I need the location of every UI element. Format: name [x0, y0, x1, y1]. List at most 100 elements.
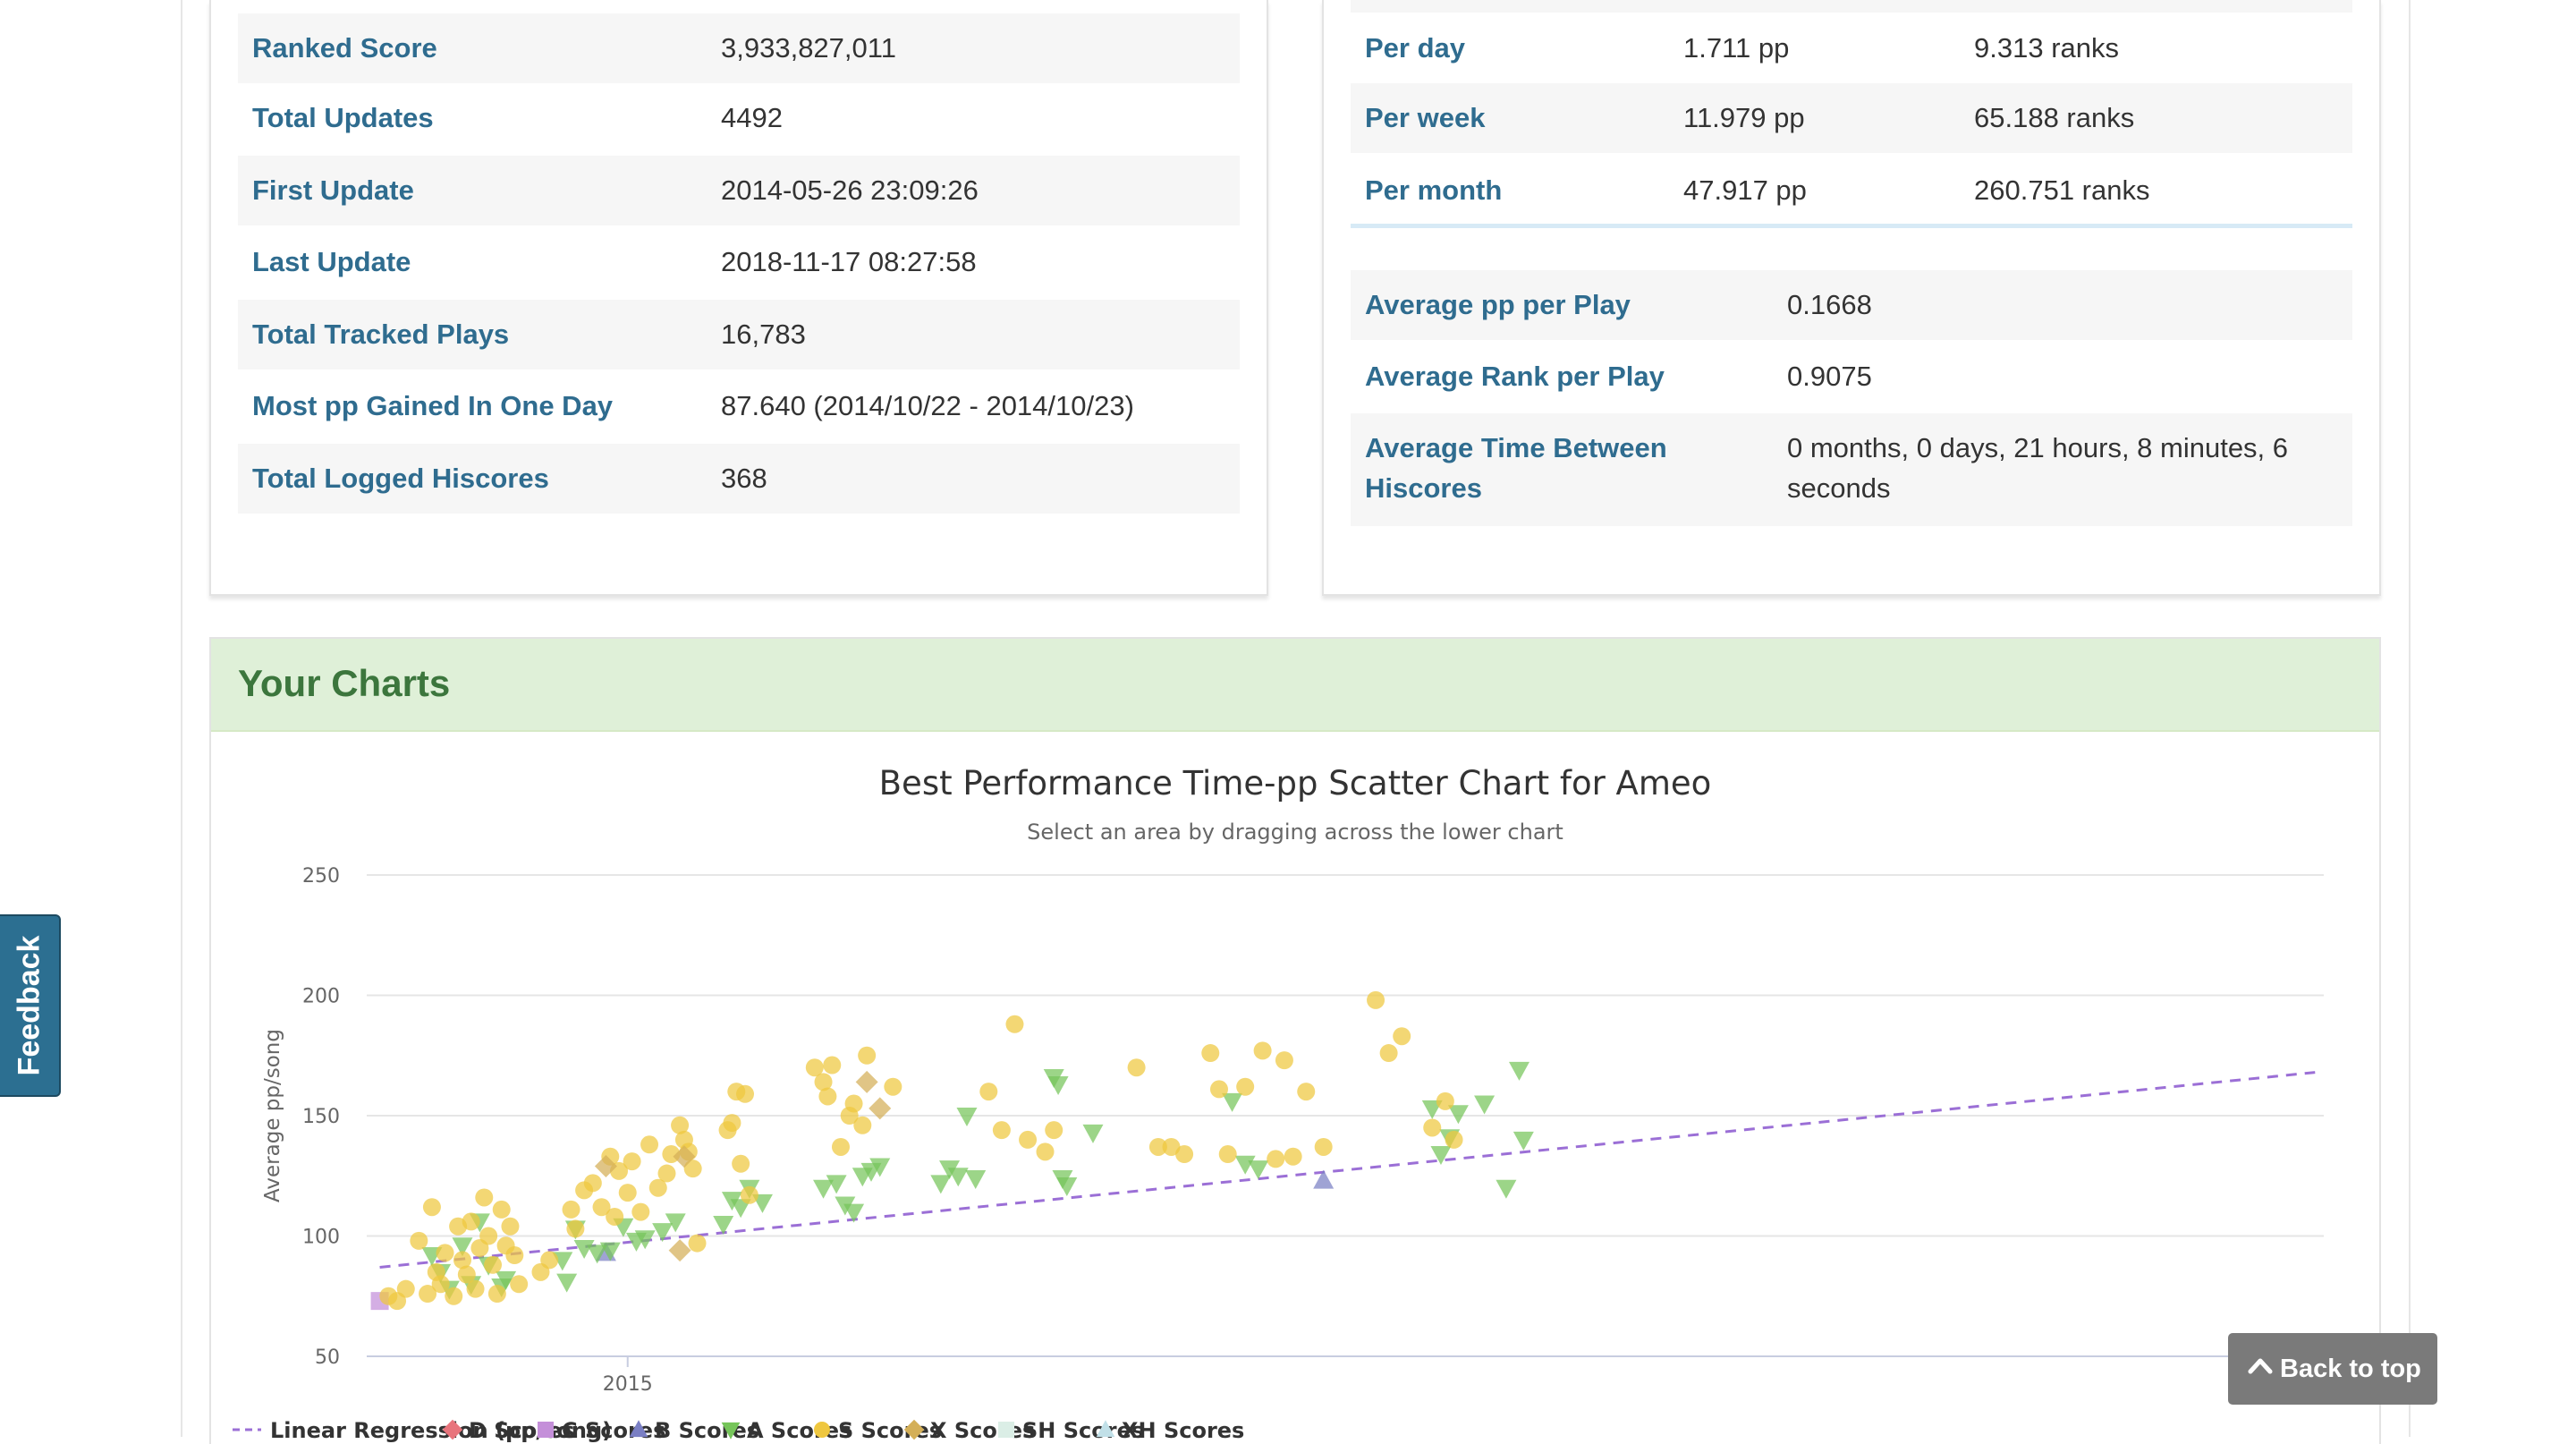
point-s-scores [466, 1279, 485, 1298]
point-s-scores [853, 1116, 872, 1134]
point-s-scores [1218, 1145, 1237, 1164]
point-s-scores [688, 1234, 707, 1253]
point-s-scores [487, 1285, 506, 1304]
avg-label: Average Rank per Play [1365, 361, 1665, 392]
rate-ranks: 9.313 ranks [1974, 32, 2119, 64]
y-tick-label: 100 [302, 1227, 340, 1249]
scatter-chart[interactable]: Best Performance Time-pp Scatter Chart f… [211, 639, 2379, 1444]
point-s-scores [396, 1279, 415, 1298]
point-a-scores [843, 1203, 865, 1223]
point-s-scores [1253, 1041, 1272, 1060]
point-s-scores [1436, 1091, 1454, 1110]
point-x-scores [855, 1070, 878, 1093]
avg-label: Average Time Between Hiscores [1365, 432, 1667, 504]
point-s-scores [618, 1184, 637, 1202]
stat-value: 4492 [721, 102, 783, 133]
legend-item: XH Scores [1122, 1418, 1244, 1443]
point-s-scores [623, 1152, 641, 1171]
feedback-label: Feedback [12, 935, 47, 1076]
legend-marker-c-scores [538, 1422, 554, 1438]
point-s-scores [1393, 1027, 1411, 1046]
stat-label: First Update [252, 174, 414, 206]
point-s-scores [631, 1202, 650, 1221]
legend-item: B Scores [655, 1418, 759, 1443]
y-tick-label: 250 [302, 865, 340, 888]
point-s-scores [831, 1137, 850, 1156]
point-s-scores [501, 1217, 520, 1236]
point-s-scores [818, 1087, 837, 1106]
legend-marker-sh-scores [998, 1422, 1014, 1438]
point-s-scores [1236, 1077, 1255, 1096]
point-s-scores [1127, 1058, 1146, 1077]
avg-value: 0.1668 [1787, 289, 1872, 320]
avg-value: 0 months, 0 days, 21 hours, 8 minutes, 6… [1787, 432, 2289, 504]
charts-panel: Your Charts Best Performance Time-pp Sca… [209, 637, 2381, 1444]
stat-row-total-logged-hiscores: Total Logged Hiscores 368 [238, 444, 1240, 514]
legend-item: C Scores [562, 1418, 665, 1443]
point-s-scores [640, 1135, 659, 1154]
point-s-scores [657, 1164, 676, 1183]
point-s-scores [1284, 1147, 1302, 1166]
point-s-scores [979, 1083, 998, 1101]
point-s-scores [858, 1046, 877, 1065]
point-x-scores [668, 1239, 691, 1262]
avg-value: 0.9075 [1787, 361, 1872, 392]
point-a-scores [1447, 1105, 1469, 1125]
stat-label: Total Logged Hiscores [252, 463, 549, 494]
avg-row-time-between-hiscores: Average Time Between Hiscores 0 months, … [1351, 413, 2352, 526]
point-s-scores [422, 1198, 441, 1217]
back-to-top-button[interactable]: Back to top [2228, 1333, 2437, 1405]
point-s-scores [462, 1212, 480, 1231]
stat-row-ranked-score: Ranked Score 3,933,827,011 [238, 13, 1240, 83]
point-s-scores [479, 1227, 498, 1245]
point-s-scores [445, 1287, 463, 1305]
chart-points [370, 990, 1534, 1311]
point-a-scores [556, 1273, 578, 1293]
rate-label: Per month [1365, 174, 1503, 206]
point-s-scores [884, 1077, 902, 1096]
point-a-scores [1513, 1131, 1534, 1151]
stat-value: 2018-11-17 08:27:58 [721, 246, 977, 277]
point-a-scores [1082, 1124, 1104, 1143]
stat-row-total-updates: Total Updates 4492 [238, 83, 1240, 153]
feedback-tab[interactable]: Feedback [0, 914, 61, 1097]
point-s-scores [1045, 1121, 1063, 1140]
point-s-scores [1267, 1150, 1285, 1168]
point-s-scores [1297, 1083, 1316, 1101]
legend-item: A Scores [747, 1418, 852, 1443]
point-a-scores [1474, 1095, 1496, 1115]
x-tick-label: 2015 [603, 1373, 653, 1396]
point-a-scores [1222, 1092, 1243, 1112]
rate-pp: 47.917 pp [1683, 174, 1807, 206]
point-s-scores [540, 1251, 559, 1270]
chart-grid: 50 100 150 200 250 2015 [302, 865, 2324, 1396]
point-s-scores [740, 1185, 758, 1204]
stat-row-most-pp-gained: Most pp Gained In One Day 87.640 (2014/1… [238, 371, 1240, 441]
rates-panel: Per day 1.711 pp 9.313 ranks Per week 11… [1322, 0, 2381, 596]
table-top-edge [1351, 0, 2352, 13]
chart-subtitle: Select an area by dragging across the lo… [1027, 820, 1563, 845]
chevron-up-icon [2248, 1358, 2273, 1374]
y-axis-label: Average pp/song [261, 1029, 284, 1202]
point-a-scores [713, 1216, 734, 1236]
avg-row-pp-per-play: Average pp per Play 0.1668 [1351, 270, 2352, 340]
chart-legend[interactable]: Linear Regression (pp/song)D ScoresC Sco… [233, 1418, 1244, 1443]
rate-label: Per day [1365, 32, 1466, 64]
stat-label: Most pp Gained In One Day [252, 390, 614, 421]
stat-label: Last Update [252, 246, 411, 277]
rate-row-per-week: Per week 11.979 pp 65.188 ranks [1351, 83, 2352, 153]
stat-label: Total Tracked Plays [252, 319, 510, 350]
rate-pp: 1.711 pp [1683, 32, 1790, 64]
point-a-scores [1047, 1076, 1069, 1096]
point-s-scores [736, 1084, 755, 1103]
point-s-scores [844, 1094, 863, 1113]
y-tick-label: 50 [315, 1346, 340, 1369]
stats-panel: Ranked Score 3,933,827,011 Total Updates… [209, 0, 1268, 596]
point-s-scores [566, 1219, 585, 1238]
point-a-scores [1248, 1160, 1269, 1180]
rate-label: Per week [1365, 102, 1486, 133]
point-a-scores [930, 1175, 952, 1194]
point-a-scores [965, 1169, 987, 1189]
point-s-scores [606, 1207, 624, 1226]
avg-label: Average pp per Play [1365, 289, 1631, 320]
